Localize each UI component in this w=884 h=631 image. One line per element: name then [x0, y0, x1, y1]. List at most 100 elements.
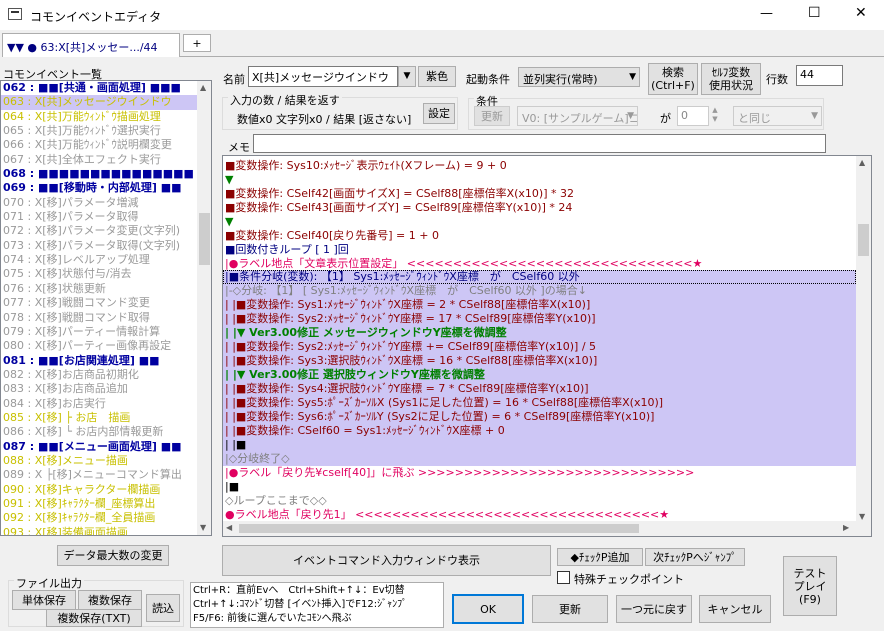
- list-item[interactable]: 091 : X[移]ｷｬﾗｸﾀｰ欄_座標算出: [1, 497, 211, 511]
- list-item[interactable]: 089 : X ├[移]メニューコマンド算出: [1, 468, 211, 482]
- command-line[interactable]: | |■変数操作: Sys2:ﾒｯｾｰｼﾞｳｨﾝﾄﾞｳY座標 = 17 * CS…: [223, 312, 856, 326]
- command-line[interactable]: |◇分岐終了◇: [223, 452, 856, 466]
- command-line[interactable]: | |■: [223, 438, 856, 452]
- multi-save-txt-button[interactable]: 複数保存(TXT): [46, 609, 142, 627]
- list-item[interactable]: 087 : ■■[メニュー画面処理] ■■: [1, 440, 211, 454]
- command-line[interactable]: |●ラベル「戻り先¥cself[40]」に飛ぶ >>>>>>>>>>>>>>>>…: [223, 466, 856, 480]
- command-line[interactable]: ◇ループここまで◇◇: [223, 494, 856, 508]
- command-line[interactable]: | |■変数操作: Sys5:ﾎﾟｰｽﾞｶｰｿﾙX (Sys1に足した位置) =…: [223, 396, 856, 410]
- common-event-list[interactable]: 062 : ■■[共通・画面処理] ■■■ 063 : X[共]メッセージウインド…: [0, 80, 212, 536]
- list-item[interactable]: 088 : X[移]メニュー描画: [1, 454, 211, 468]
- list-item[interactable]: 065 : X[共]万能ｳｨﾝﾄﾞｳ選択実行: [1, 124, 211, 138]
- command-line[interactable]: ■変数操作: CSelf40[戻り先番号] = 1 + 0: [223, 229, 856, 243]
- condition-update-button[interactable]: 更新: [474, 106, 510, 126]
- scroll-up-icon[interactable]: ▲: [859, 158, 865, 167]
- maximize-button[interactable]: ☐: [808, 5, 821, 21]
- list-item[interactable]: 092 : X[移]ｷｬﾗｸﾀｰ欄_全員描画: [1, 511, 211, 525]
- command-line[interactable]: | |▼ Ver3.00修正 メッセージウィンドウY座標を微調整: [223, 326, 856, 340]
- list-item[interactable]: 080 : X[移]パーティー画像再設定: [1, 339, 211, 353]
- list-item[interactable]: 073 : X[移]パラメータ取得(文字列): [1, 239, 211, 253]
- scroll-right-icon[interactable]: ▶: [843, 523, 849, 532]
- condition-variable-select[interactable]: V0: [サンプルゲーム]コッ ▼: [517, 106, 638, 126]
- add-tab-button[interactable]: +: [183, 34, 211, 52]
- undo-button[interactable]: 一つ元に戻す: [616, 595, 692, 623]
- script-scroll-thumb[interactable]: [858, 224, 869, 256]
- list-item[interactable]: 071 : X[移]パラメータ取得: [1, 210, 211, 224]
- list-item[interactable]: 079 : X[移]パーティー情報計算: [1, 325, 211, 339]
- list-item[interactable]: 075 : X[移]状態付与/消去: [1, 267, 211, 281]
- command-line[interactable]: ■変数操作: CSelf42[画面サイズX] = CSelf88[座標倍率X(x…: [223, 187, 856, 201]
- test-play-button[interactable]: テスト プレイ (F9): [783, 556, 837, 616]
- search-button[interactable]: 検索 (Ctrl+F): [648, 63, 698, 95]
- name-field[interactable]: X[共]メッセージウインドウ: [248, 66, 398, 87]
- list-item[interactable]: 081 : ■■[お店関連処理] ■■: [1, 354, 211, 368]
- command-line[interactable]: |-◇分岐: 【1】 [ Sys1:ﾒｯｾｰｼﾞｳｨﾝﾄﾞｳX座標 が CSel…: [223, 284, 856, 298]
- ok-button[interactable]: OK: [452, 594, 524, 624]
- scroll-left-icon[interactable]: ◀: [226, 523, 232, 532]
- load-button[interactable]: 読込: [146, 594, 180, 622]
- command-line[interactable]: ●ラベル地点「戻り先1」 <<<<<<<<<<<<<<<<<<<<<<<<<<<…: [223, 508, 856, 522]
- list-item[interactable]: 082 : X[移]お店商品初期化: [1, 368, 211, 382]
- scroll-down-icon[interactable]: ▼: [200, 523, 206, 532]
- multi-save-button[interactable]: 複数保存: [78, 590, 142, 610]
- script-hscrollbar[interactable]: ◀ ▶: [223, 521, 856, 536]
- list-item[interactable]: 085 : X[移] ├ お店 描画: [1, 411, 211, 425]
- change-max-data-button[interactable]: データ最大数の変更: [57, 545, 169, 566]
- minimize-button[interactable]: —: [760, 6, 773, 21]
- script-scrollbar[interactable]: ▲ ▼: [856, 156, 871, 536]
- event-command-window-button[interactable]: イベントコマンド入力ウィンドウ表示: [222, 545, 551, 576]
- event-command-list[interactable]: ■変数操作: Sys10:ﾒｯｾｰｼﾞ表示ｳｪｲﾄ(Xフレーム) = 9 + 0…: [222, 155, 872, 537]
- single-save-button[interactable]: 単体保存: [12, 590, 76, 610]
- command-line[interactable]: ■変数操作: CSelf43[画面サイズY] = CSelf89[座標倍率Y(x…: [223, 201, 856, 215]
- command-line[interactable]: | |■変数操作: Sys1:ﾒｯｾｰｼﾞｳｨﾝﾄﾞｳX座標 = 2 * CSe…: [223, 298, 856, 312]
- tab-active[interactable]: ▼▼ ● 63:X[共]メッセー.../44: [2, 33, 180, 57]
- command-line[interactable]: |■: [223, 480, 856, 494]
- self-var-usage-button[interactable]: ｾﾙﾌ変数 使用状況: [701, 63, 761, 95]
- list-item[interactable]: 068 : ■■■■■■■■■■■■■■■: [1, 167, 211, 181]
- checkpoint-add-button[interactable]: ◆ﾁｪｯｸP追加: [557, 548, 643, 566]
- list-item[interactable]: 070 : X[移]パラメータ増減: [1, 196, 211, 210]
- cancel-button[interactable]: キャンセル: [699, 595, 771, 623]
- command-line[interactable]: | |■変数操作: Sys3:選択肢ｳｨﾝﾄﾞｳX座標 = 16 * CSelf…: [223, 354, 856, 368]
- command-line[interactable]: ▼: [223, 215, 856, 229]
- list-item[interactable]: 062 : ■■[共通・画面処理] ■■■: [1, 81, 211, 95]
- list-item[interactable]: 064 : X[共]万能ｳｨﾝﾄﾞｳ描画処理: [1, 110, 211, 124]
- close-button[interactable]: ✕: [855, 5, 867, 21]
- start-condition-select[interactable]: 並列実行(常時) ▼: [518, 67, 640, 87]
- list-item[interactable]: 090 : X[移]キャラクター欄描画: [1, 483, 211, 497]
- name-dropdown[interactable]: ▼: [398, 66, 416, 87]
- checkpoint-jump-button[interactable]: 次ﾁｪｯｸPへｼﾞｬﾝﾌﾟ: [645, 548, 745, 566]
- list-item[interactable]: 077 : X[移]戦闘コマンド変更: [1, 296, 211, 310]
- list-scroll-thumb[interactable]: [199, 213, 210, 265]
- list-item[interactable]: 072 : X[移]パラメータ変更(文字列): [1, 224, 211, 238]
- rows-field[interactable]: 44: [796, 65, 843, 86]
- scroll-down-icon[interactable]: ▼: [859, 512, 865, 521]
- list-item[interactable]: 078 : X[移]戦闘コマンド取得: [1, 311, 211, 325]
- special-checkpoint-checkbox[interactable]: [557, 571, 570, 584]
- command-line[interactable]: | |▼ Ver3.00修正 選択肢ウィンドウY座標を微調整: [223, 368, 856, 382]
- list-item[interactable]: 066 : X[共]万能ｳｨﾝﾄﾞｳ説明欄変更: [1, 138, 211, 152]
- condition-number-field[interactable]: 0: [677, 106, 709, 126]
- color-button[interactable]: 紫色: [418, 66, 456, 87]
- condition-number-spinner[interactable]: ▲ ▼: [709, 106, 721, 126]
- list-item[interactable]: 093 : X[移]装備画面描画: [1, 526, 211, 535]
- condition-operator-select[interactable]: と同じ ▼: [733, 106, 822, 126]
- memo-field[interactable]: [253, 134, 826, 153]
- list-item[interactable]: 083 : X[移]お店商品追加: [1, 382, 211, 396]
- list-item[interactable]: 067 : X[共]全体エフェクト実行: [1, 153, 211, 167]
- list-item[interactable]: 063 : X[共]メッセージウインドウ: [1, 95, 211, 110]
- command-line[interactable]: | |■変数操作: Sys6:ﾎﾟｰｽﾞｶｰｿﾙY (Sys2に足した位置) =…: [223, 410, 856, 424]
- list-item[interactable]: 069 : ■■[移動時・内部処理] ■■: [1, 181, 211, 195]
- script-hscroll-thumb[interactable]: [239, 524, 639, 533]
- command-line[interactable]: ▼: [223, 173, 856, 187]
- list-item[interactable]: 086 : X[移] └ お店内部情報更新: [1, 425, 211, 439]
- command-line[interactable]: | |■変数操作: Sys4:選択肢ｳｨﾝﾄﾞｳY座標 = 7 * CSelf8…: [223, 382, 856, 396]
- command-line[interactable]: | |■変数操作: CSelf60 = Sys1:ﾒｯｾｰｼﾞｳｨﾝﾄﾞｳX座標…: [223, 424, 856, 438]
- scroll-up-icon[interactable]: ▲: [200, 83, 206, 92]
- command-line[interactable]: |■条件分岐(変数): 【1】 Sys1:ﾒｯｾｰｼﾞｳｨﾝﾄﾞｳX座標 が C…: [223, 270, 856, 284]
- update-button[interactable]: 更新: [532, 595, 608, 623]
- list-item[interactable]: 074 : X[移]レベルアップ処理: [1, 253, 211, 267]
- command-line[interactable]: | |■変数操作: Sys2:ﾒｯｾｰｼﾞｳｨﾝﾄﾞｳY座標 += CSelf8…: [223, 340, 856, 354]
- command-line[interactable]: |●ラベル地点「文章表示位置設定」 <<<<<<<<<<<<<<<<<<<<<<…: [223, 257, 856, 271]
- io-settings-button[interactable]: 設定: [423, 103, 455, 124]
